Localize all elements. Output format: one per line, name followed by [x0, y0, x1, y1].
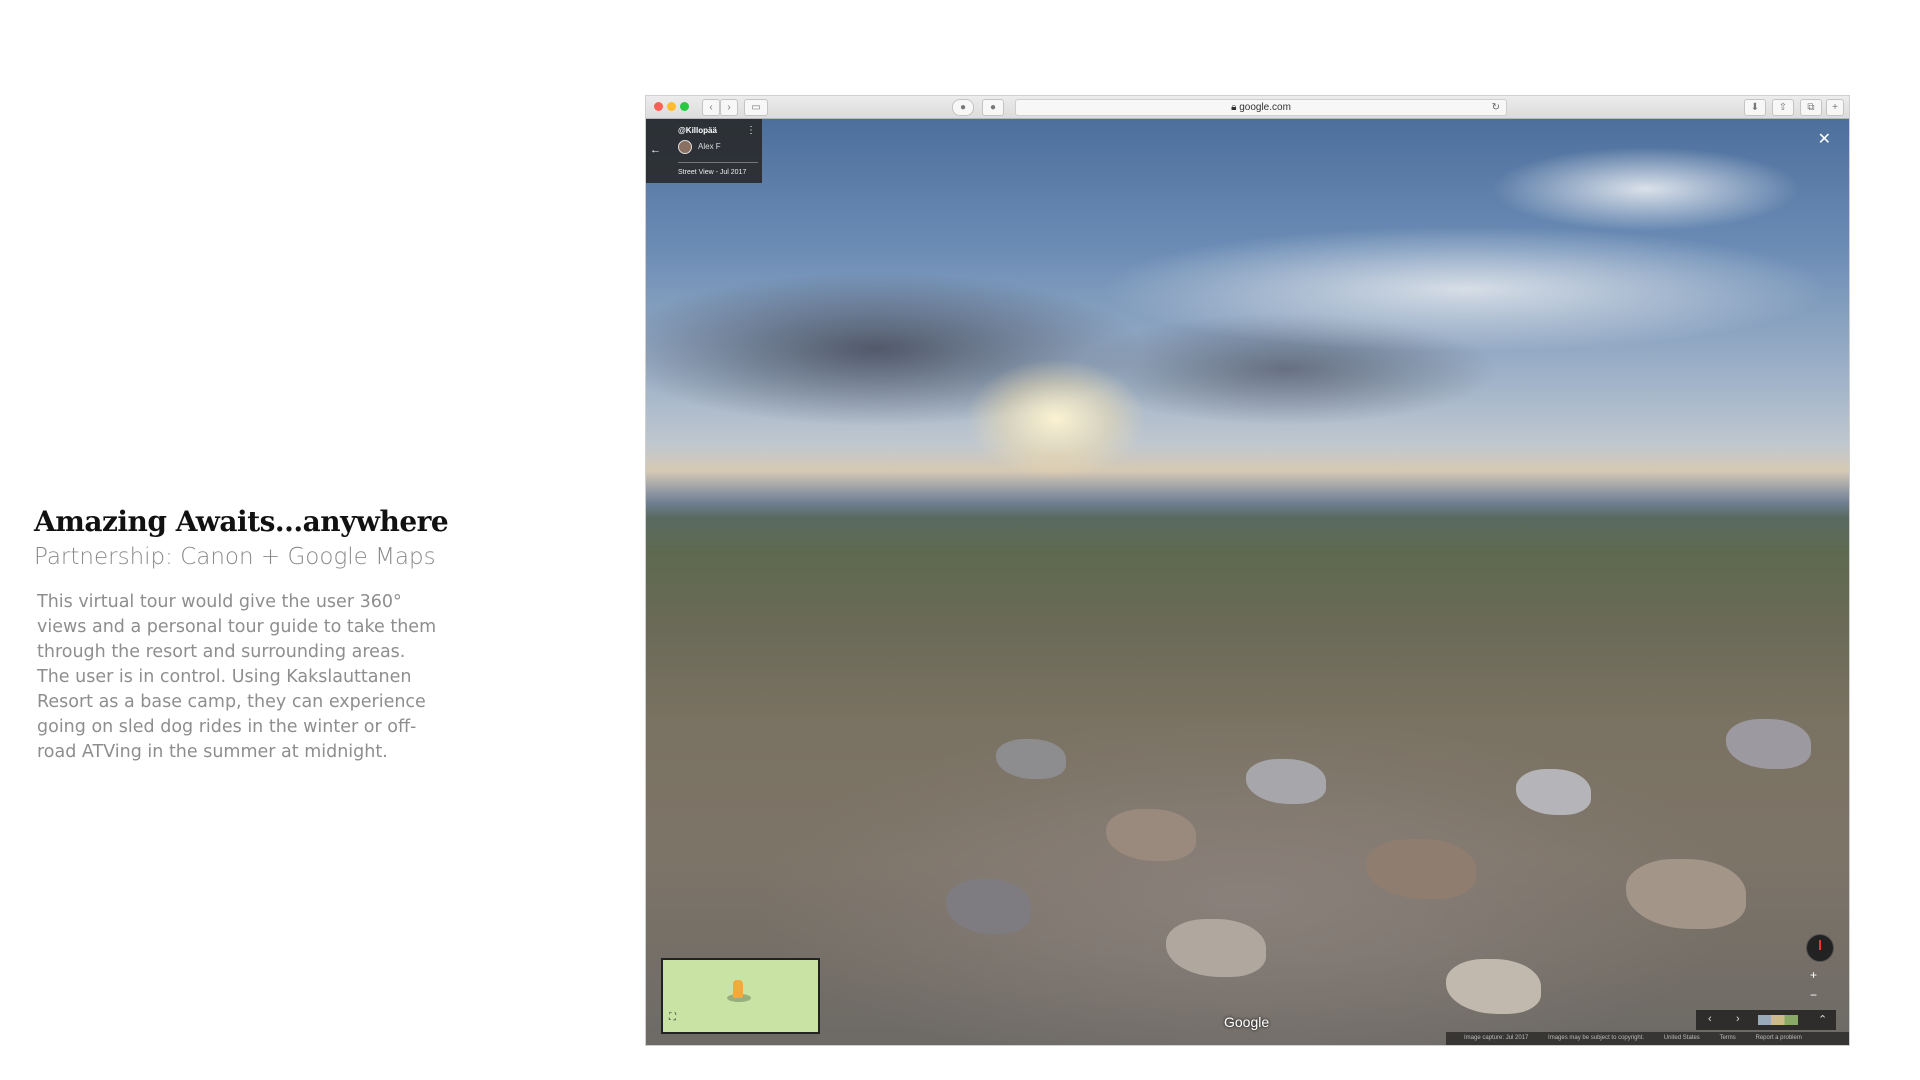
rock — [1366, 839, 1476, 899]
slide-text: Amazing Awaits...anywhere Partnership: C… — [34, 505, 454, 765]
slide-subtitle: Partnership: Canon + Google Maps — [34, 544, 436, 570]
maximize-window-button[interactable] — [680, 102, 689, 111]
browser-window: ‹ › ▭ ● ● 🔒︎ google.com ↻ ⬇ ⇧ ⧉ + ← @Kil… — [645, 95, 1850, 1046]
browser-toolbar: ‹ › ▭ ● ● 🔒︎ google.com ↻ ⬇ ⇧ ⧉ + — [646, 96, 1849, 119]
zoom-out-button[interactable]: − — [1810, 988, 1817, 1002]
rock — [996, 739, 1066, 779]
region-link[interactable]: United States — [1664, 1035, 1700, 1041]
adblock-icon[interactable]: ● — [952, 99, 974, 116]
chevron-right-icon[interactable]: › — [1736, 1013, 1740, 1025]
slide-body: This virtual tour would give the user 36… — [37, 592, 437, 762]
back-nav-button[interactable]: ‹ — [702, 99, 720, 116]
download-icon[interactable]: ⬇ — [1744, 99, 1766, 116]
photo-thumbnails[interactable] — [1758, 1015, 1798, 1025]
photo-filmstrip: ‹ › ⌃ — [1696, 1010, 1836, 1030]
divider — [678, 162, 758, 163]
minimize-window-button[interactable] — [667, 102, 676, 111]
back-arrow-icon[interactable]: ← — [650, 144, 661, 156]
reload-icon[interactable]: ↻ — [1492, 100, 1500, 115]
place-name[interactable]: @Killopää — [678, 126, 717, 135]
lock-icon: 🔒︎ — [1231, 102, 1237, 113]
copyright-info: Images may be subject to copyright. — [1548, 1035, 1645, 1041]
rock — [1726, 719, 1811, 769]
forward-nav-button[interactable]: › — [720, 99, 738, 116]
rock — [1166, 919, 1266, 977]
close-icon[interactable]: ✕ — [1818, 129, 1831, 149]
chevron-left-icon[interactable]: ‹ — [1708, 1013, 1712, 1025]
rock — [1516, 769, 1591, 815]
address-text: google.com — [1239, 102, 1291, 113]
expand-map-icon[interactable]: ⛶ — [669, 1012, 676, 1023]
capture-date: Street View - Jul 2017 — [678, 169, 747, 176]
compass-icon[interactable] — [1806, 934, 1834, 962]
zoom-in-button[interactable]: + — [1810, 968, 1817, 982]
pegman-icon[interactable] — [733, 980, 743, 998]
close-window-button[interactable] — [654, 102, 663, 111]
photo-info-card: ← @Killopää ⋮ Alex F Street View - Jul 2… — [646, 119, 762, 183]
attribution-footer: Image capture: Jul 2017 Images may be su… — [1446, 1032, 1849, 1045]
rock — [946, 879, 1031, 934]
address-bar[interactable]: 🔒︎ google.com ↻ — [1015, 99, 1507, 116]
terms-link[interactable]: Terms — [1719, 1035, 1735, 1041]
report-link[interactable]: Report a problem — [1755, 1035, 1801, 1041]
google-logo: Google — [1224, 1014, 1270, 1030]
new-tab-icon[interactable]: + — [1826, 99, 1844, 116]
share-icon[interactable]: ⇧ — [1772, 99, 1794, 116]
compass-needle — [1819, 940, 1821, 950]
more-options-icon[interactable]: ⋮ — [746, 125, 756, 136]
rock — [1626, 859, 1746, 929]
sidebar-toggle-icon[interactable]: ▭ — [744, 99, 768, 116]
author-name[interactable]: Alex F — [698, 142, 721, 151]
extension-icon[interactable]: ● — [982, 99, 1004, 116]
tabs-icon[interactable]: ⧉ — [1800, 99, 1822, 116]
avatar[interactable] — [678, 140, 692, 154]
expand-up-icon[interactable]: ⌃ — [1818, 1013, 1827, 1026]
slide-title: Amazing Awaits...anywhere — [34, 505, 449, 538]
rock — [1246, 759, 1326, 804]
mini-map[interactable]: ⛶ — [661, 958, 820, 1034]
street-view-panorama[interactable] — [646, 119, 1849, 1045]
rock — [1446, 959, 1541, 1014]
rock — [1106, 809, 1196, 861]
capture-info: Image capture: Jul 2017 — [1464, 1035, 1529, 1041]
